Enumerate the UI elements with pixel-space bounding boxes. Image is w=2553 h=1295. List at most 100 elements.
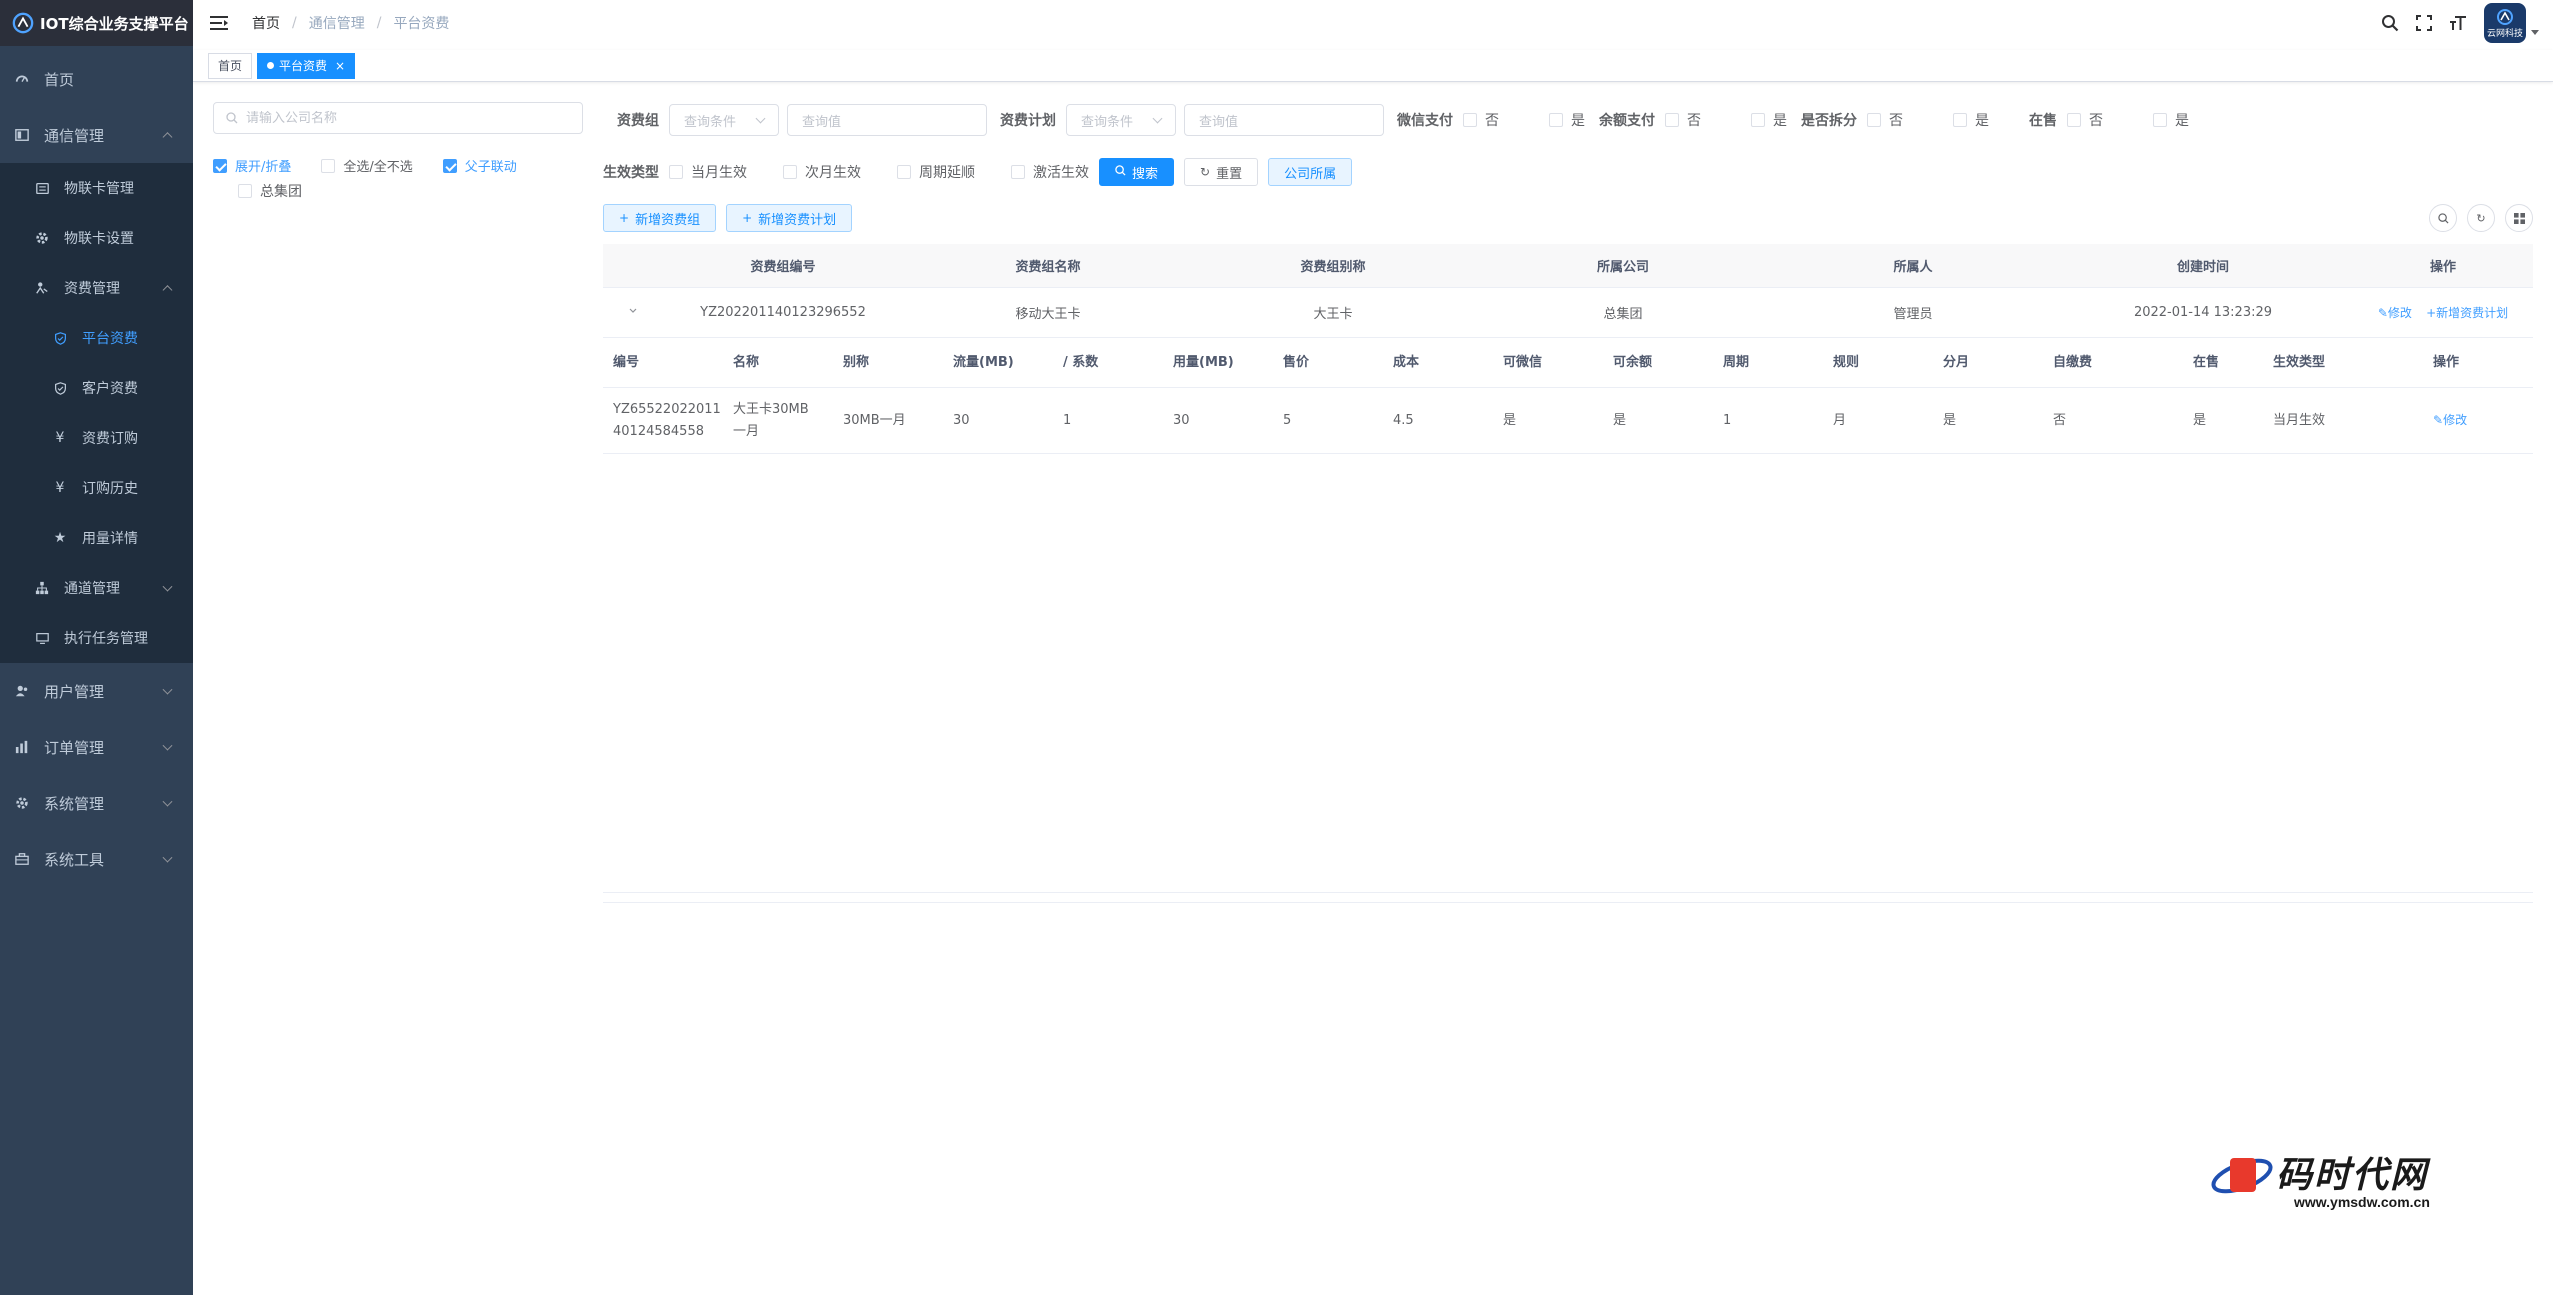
checkbox[interactable] [897,165,911,179]
select-all-checkbox[interactable]: 全选/全不选 [321,156,413,175]
split-label: 是否拆分 [1801,113,1857,129]
checkbox[interactable] [1665,113,1679,127]
expand-row-button[interactable] [603,305,663,320]
refresh-button[interactable]: ↻ [2467,204,2495,232]
avatar-logo-icon [2497,8,2513,25]
fee-plan-condition-select[interactable]: 查询条件 [1066,104,1176,136]
onsale-yes-checkbox[interactable]: 是 [2153,110,2189,130]
sidebar-item-fee-management[interactable]: 资费管理 [0,263,193,313]
effect-current-month-checkbox[interactable]: 当月生效 [669,162,747,182]
tag-label: 首页 [218,59,243,73]
checkbox[interactable] [1463,113,1477,127]
sidebar-item-card-settings[interactable]: 物联卡设置 [0,213,193,263]
add-fee-plan-button[interactable]: + 新增资费计划 [726,204,853,232]
sidebar-item-communication[interactable]: 通信管理 [0,107,193,163]
checkbox[interactable] [1867,113,1881,127]
checkbox[interactable] [2067,113,2081,127]
table-row[interactable]: YZ202201140123296552 移动大王卡 大王卡 总集团 管理员 2… [603,288,2533,338]
checkbox[interactable] [442,158,457,173]
add-fee-group-button[interactable]: + 新增资费组 [603,204,717,232]
column-header: 规则 [1833,354,1860,370]
column-header: 创建时间 [2176,260,2229,275]
watermark: 码时代网 www.ymsdw.com.cn [2210,1138,2460,1218]
onsale-no-checkbox[interactable]: 否 [2067,110,2103,130]
expand-collapse-checkbox[interactable]: 展开/折叠 [213,156,291,175]
chart-icon [14,739,30,755]
edit-link[interactable]: ✎修改 [2378,306,2412,320]
add-plan-link[interactable]: +新增资费计划 [2426,306,2508,320]
checkbox[interactable] [321,158,336,173]
split-yes-checkbox[interactable]: 是 [1953,110,1989,130]
fee-plan-value-input[interactable]: 查询值 [1184,104,1384,136]
refresh-icon: ↻ [1200,165,1211,179]
checkbox[interactable] [213,158,227,173]
toggle-search-button[interactable] [2429,204,2457,232]
column-header: 编号 [613,354,640,370]
fullscreen-icon[interactable] [2414,13,2434,33]
sidebar-item-fee-order[interactable]: ¥ 资费订购 [0,413,193,463]
fee-plan-code-line2: 40124584558 [613,423,704,439]
link-label: 新增资费计划 [2436,306,2509,320]
sidebar-item-platform-fee[interactable]: 平台资费 [0,313,193,363]
chevron-down-icon [162,581,173,592]
caret-down-icon[interactable] [2531,29,2539,35]
sidebar-item-home[interactable]: 首页 [0,51,193,107]
balance-yes-checkbox[interactable]: 是 [1751,110,1787,130]
logo[interactable]: IOT综合业务支撑平台 [0,0,193,46]
tag-platform-fee[interactable]: 平台资费 × [257,52,356,79]
columns-button[interactable] [2505,204,2533,232]
fee-group-value-input[interactable]: 查询值 [787,104,987,136]
fee-plan-code: YZ65522022011 40124584558 [603,399,723,443]
tree-node[interactable]: 总集团 [238,181,583,201]
checkbox[interactable] [238,184,252,198]
checkbox[interactable] [1751,113,1765,127]
sidebar-item-card-management[interactable]: 物联卡管理 [0,163,193,213]
close-icon[interactable]: × [335,59,345,73]
company-search-input[interactable] [246,110,566,126]
fee-group-name: 移动大王卡 [1015,307,1081,322]
sidebar-item-task[interactable]: 执行任务管理 [0,613,193,663]
sidebar-item-customer-fee[interactable]: 客户资费 [0,363,193,413]
checkbox[interactable] [1953,113,1967,127]
tag-home[interactable]: 首页 [208,52,253,79]
sidebar-item-order-history[interactable]: ¥ 订购历史 [0,463,193,513]
parent-child-linkage-checkbox[interactable]: 父子联动 [442,156,517,175]
checkbox[interactable] [1549,113,1563,127]
fee-plan-wechat: 是 [1503,412,1517,428]
breadcrumb: 首页 / 通信管理 / 平台资费 [252,13,449,33]
avatar[interactable]: 云网科技 [2484,3,2526,43]
fee-plan-onsale: 是 [2193,412,2207,428]
fee-group-condition-select[interactable]: 查询条件 [669,104,779,136]
sidebar-item-system[interactable]: 系统管理 [0,775,193,831]
effect-activation-checkbox[interactable]: 激活生效 [1011,162,1089,182]
balance-no-checkbox[interactable]: 否 [1665,110,1701,130]
reset-button[interactable]: ↻ 重置 [1184,158,1259,186]
sidebar-item-channel[interactable]: 通道管理 [0,563,193,613]
checkbox[interactable] [669,165,683,179]
effect-next-month-checkbox[interactable]: 次月生效 [783,162,861,182]
checkbox-label: 否 [1687,113,1701,129]
checkbox[interactable] [1011,165,1025,179]
effect-cycle-checkbox[interactable]: 周期延顺 [897,162,975,182]
company-filter-button[interactable]: 公司所属 [1268,158,1353,186]
search-button[interactable]: 搜索 [1099,158,1175,186]
wechat-yes-checkbox[interactable]: 是 [1549,110,1585,130]
column-header: 周期 [1723,354,1750,370]
sidebar-item-tools[interactable]: 系统工具 [0,831,193,887]
sidebar-item-user[interactable]: 用户管理 [0,663,193,719]
edit-link[interactable]: ✎修改 [2433,413,2467,427]
checkbox[interactable] [2153,113,2167,127]
wechat-no-checkbox[interactable]: 否 [1463,110,1499,130]
split-no-checkbox[interactable]: 否 [1867,110,1903,130]
breadcrumb-home[interactable]: 首页 [252,13,280,33]
fee-plan-row[interactable]: YZ65522022011 40124584558 大王卡30MB 一月 30M… [603,388,2533,454]
hamburger-icon[interactable] [210,15,230,31]
search-icon[interactable] [2380,13,2400,33]
sidebar-item-usage-detail[interactable]: ★ 用量详情 [0,513,193,563]
dashboard-icon [14,71,30,87]
company-search-box [213,102,583,134]
sidebar-item-order[interactable]: 订单管理 [0,719,193,775]
breadcrumb-communication[interactable]: 通信管理 [309,13,365,33]
checkbox[interactable] [783,165,797,179]
font-size-icon[interactable] [2448,13,2468,33]
